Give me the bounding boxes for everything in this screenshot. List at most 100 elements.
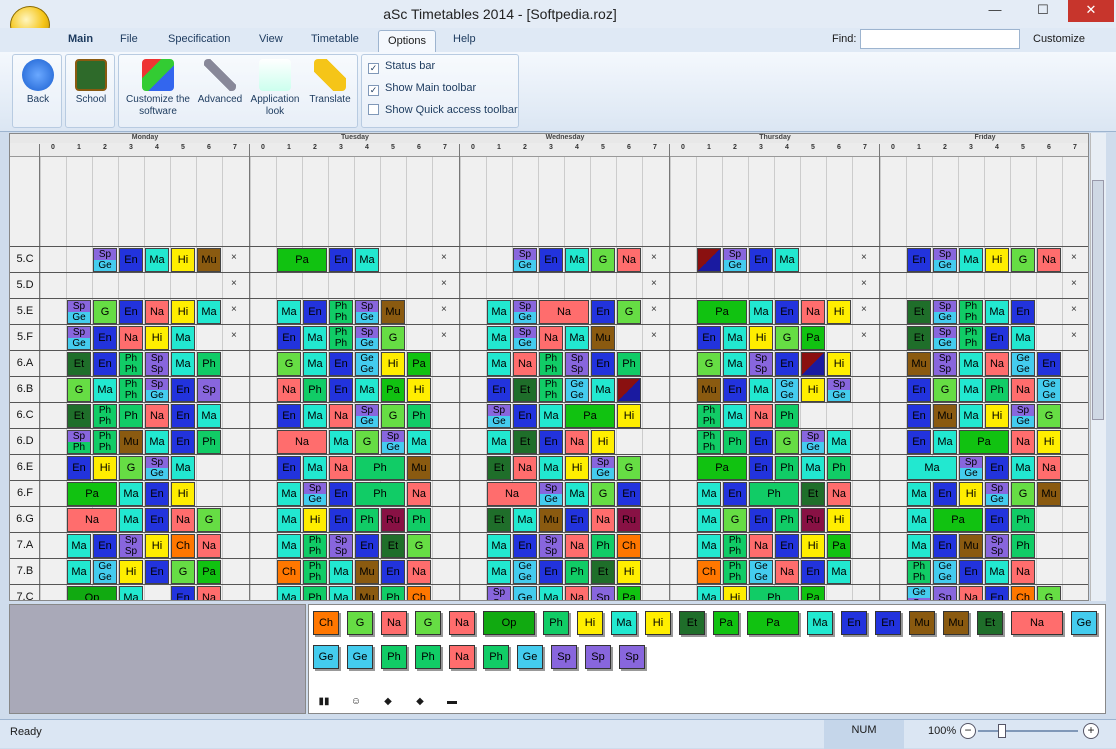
translate-button[interactable]: Translate xyxy=(305,59,355,106)
unplaced-card[interactable]: Ch xyxy=(313,611,339,635)
lesson-card[interactable]: Sp Ph xyxy=(67,430,91,454)
lesson-card[interactable]: En xyxy=(907,378,931,402)
unplaced-card[interactable]: Sp xyxy=(619,645,645,669)
lesson-card[interactable]: En xyxy=(329,248,353,272)
lock-mark[interactable]: × xyxy=(1071,304,1077,315)
lesson-card[interactable]: Ma xyxy=(487,326,511,350)
lesson-card[interactable]: Na xyxy=(145,404,169,428)
lesson-card[interactable]: Ph xyxy=(775,508,799,532)
lesson-card[interactable]: En xyxy=(959,560,983,584)
lesson-card[interactable]: Ma xyxy=(565,326,589,350)
lesson-card[interactable]: Ph xyxy=(749,586,799,600)
lesson-card[interactable]: Mu xyxy=(119,430,143,454)
lesson-card[interactable]: Ph Ph xyxy=(303,560,327,584)
lock-mark[interactable]: × xyxy=(651,252,657,263)
lesson-card[interactable]: Na xyxy=(145,300,169,324)
lesson-card[interactable]: Ma xyxy=(723,352,747,376)
unplaced-card[interactable]: Ph xyxy=(483,645,509,669)
lesson-card[interactable]: Hi xyxy=(617,560,641,584)
lesson-card[interactable]: Pa xyxy=(407,352,431,376)
lesson-card[interactable]: Ru xyxy=(617,508,641,532)
advanced-button[interactable]: Advanced xyxy=(195,59,245,106)
lesson-card[interactable]: En xyxy=(907,430,931,454)
lesson-card[interactable]: En xyxy=(93,326,117,350)
lesson-card[interactable]: Ma xyxy=(119,508,143,532)
lesson-card[interactable]: Na xyxy=(1011,430,1035,454)
lesson-card[interactable]: En xyxy=(487,378,511,402)
lesson-card[interactable]: Ma xyxy=(197,404,221,428)
lesson-card[interactable]: Ma xyxy=(539,456,563,480)
subjects-tab-icon[interactable]: ◆ xyxy=(406,696,434,712)
lesson-card[interactable]: Et xyxy=(801,482,825,506)
lock-mark[interactable]: × xyxy=(861,252,867,263)
lesson-card[interactable]: Ph xyxy=(775,404,799,428)
lesson-card[interactable]: G xyxy=(697,352,721,376)
lesson-card[interactable]: Ma xyxy=(565,482,589,506)
lesson-card[interactable]: Hi xyxy=(407,378,431,402)
zoom-out-button[interactable]: − xyxy=(960,723,976,739)
lesson-card[interactable]: En xyxy=(381,560,405,584)
tab-timetable[interactable]: Timetable xyxy=(311,33,359,45)
lesson-card[interactable]: En xyxy=(749,430,773,454)
lesson-card[interactable]: Na xyxy=(197,586,221,600)
lesson-card[interactable]: G xyxy=(1011,248,1035,272)
lesson-card[interactable]: Sp Ge xyxy=(381,430,405,454)
lesson-card[interactable]: En xyxy=(67,456,91,480)
lesson-card[interactable]: Ma xyxy=(119,586,143,600)
lesson-card[interactable]: Ma xyxy=(487,430,511,454)
lesson-card[interactable]: Na xyxy=(407,482,431,506)
lesson-card[interactable]: En xyxy=(277,404,301,428)
lesson-card[interactable] xyxy=(801,352,825,376)
lesson-card[interactable]: En xyxy=(749,248,773,272)
lesson-card[interactable]: G xyxy=(617,300,641,324)
lesson-card[interactable]: Ma xyxy=(959,352,983,376)
lesson-card[interactable] xyxy=(617,378,641,402)
class-label[interactable]: 5.D xyxy=(10,279,40,291)
lesson-card[interactable]: En xyxy=(775,534,799,558)
zoom-slider-thumb[interactable] xyxy=(998,724,1006,738)
lesson-card[interactable]: Na xyxy=(827,482,851,506)
lesson-card[interactable]: Pa xyxy=(801,326,825,350)
unplaced-card[interactable]: Op xyxy=(483,611,535,635)
lesson-card[interactable]: Ch xyxy=(407,586,431,600)
classrooms-tab-icon[interactable]: ▬ xyxy=(438,696,466,712)
lesson-card[interactable]: Sp Ge xyxy=(513,248,537,272)
lesson-card[interactable]: Ma xyxy=(697,534,721,558)
lesson-card[interactable]: Ma xyxy=(907,508,931,532)
lesson-card[interactable]: Na xyxy=(329,404,353,428)
lesson-card[interactable]: Pa xyxy=(617,586,641,600)
lock-mark[interactable]: × xyxy=(231,304,237,315)
lesson-card[interactable]: Ge Ge xyxy=(749,560,773,584)
lesson-card[interactable]: Et xyxy=(907,326,931,350)
lesson-card[interactable]: En xyxy=(119,248,143,272)
lesson-card[interactable]: Ma xyxy=(959,404,983,428)
lesson-card[interactable]: Et xyxy=(487,456,511,480)
unplaced-card[interactable]: Mu xyxy=(909,611,935,635)
lesson-card[interactable]: Ma xyxy=(277,482,301,506)
lesson-card[interactable]: En xyxy=(539,430,563,454)
lesson-card[interactable]: Na xyxy=(539,300,589,324)
lesson-card[interactable]: Ma xyxy=(827,560,851,584)
unplaced-card[interactable]: Pa xyxy=(747,611,799,635)
lesson-card[interactable]: Ma xyxy=(277,300,301,324)
lesson-card[interactable]: En xyxy=(93,534,117,558)
lesson-card[interactable]: Ch xyxy=(697,560,721,584)
lesson-card[interactable]: G xyxy=(933,378,957,402)
lesson-card[interactable]: Ge xyxy=(513,586,537,600)
lesson-card[interactable]: Ch xyxy=(1011,586,1035,600)
unplaced-card[interactable]: Na xyxy=(449,645,475,669)
lock-mark[interactable]: × xyxy=(441,330,447,341)
lesson-card[interactable]: En xyxy=(801,560,825,584)
lock-mark[interactable]: × xyxy=(231,330,237,341)
lesson-card[interactable]: En xyxy=(985,456,1009,480)
lesson-card[interactable]: Na xyxy=(1037,456,1061,480)
lesson-card[interactable]: En xyxy=(171,586,195,600)
lesson-card[interactable]: Ma xyxy=(539,586,563,600)
lesson-card[interactable]: G xyxy=(591,482,615,506)
unplaced-card[interactable]: Pa xyxy=(713,611,739,635)
lesson-card[interactable]: Sp xyxy=(591,586,615,600)
class-label[interactable]: 6.E xyxy=(10,461,40,473)
lesson-card[interactable]: En xyxy=(145,508,169,532)
lesson-card[interactable]: En xyxy=(697,326,721,350)
lesson-card[interactable]: Ph xyxy=(1011,508,1035,532)
